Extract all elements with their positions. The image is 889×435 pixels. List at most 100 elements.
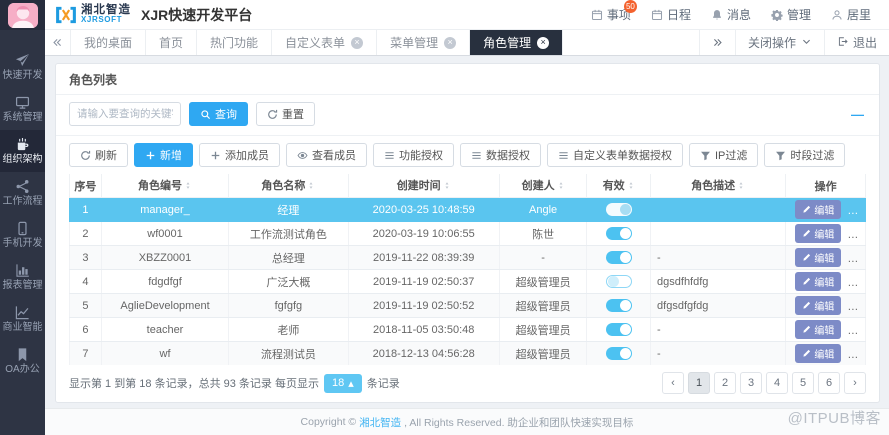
function-auth-button[interactable]: 功能授权 (373, 143, 454, 167)
prev-page-button[interactable]: ‹ (662, 372, 684, 394)
footer-brand-link[interactable]: 湘北智造 (359, 415, 401, 430)
close-icon[interactable]: × (444, 37, 456, 49)
refresh-button[interactable]: 刷新 (69, 143, 128, 167)
double-left-icon[interactable] (45, 30, 71, 55)
column-header-actions: 操作 (786, 174, 866, 198)
role-list-panel: 角色列表 查询 重置 — 刷新新增添加成员查看成员功能授权数据授权自定 (55, 63, 880, 403)
edit-button[interactable]: 编辑 (795, 272, 841, 291)
reset-button[interactable]: 重置 (256, 102, 315, 126)
role-table: 序号角色编号角色名称创建时间创建人有效角色描述操作 1manager_经理202… (69, 174, 866, 365)
edit-button[interactable]: 编辑 (795, 320, 841, 339)
sidebar-item-label: OA办公 (5, 365, 39, 375)
data-auth-button[interactable]: 数据授权 (460, 143, 541, 167)
tab-hot-functions[interactable]: 热门功能 (197, 30, 272, 55)
add-new-button[interactable]: 新增 (134, 143, 193, 167)
enabled-toggle[interactable] (606, 299, 632, 312)
edit-label: 编辑 (814, 298, 834, 313)
sidebar-item-workflow[interactable]: 工作流程 (0, 172, 45, 214)
double-right-icon[interactable] (699, 30, 735, 55)
column-header-role-code[interactable]: 角色编号 (101, 174, 228, 198)
topbar-item-label: 管理 (787, 6, 811, 23)
edit-button[interactable]: 编辑 (795, 296, 841, 315)
table-row[interactable]: 3XBZZ0001总经理2019-11-22 08:39:39--编辑删除 (70, 246, 866, 270)
topbar-schedule[interactable]: 日程 (651, 6, 691, 23)
table-row[interactable]: 2wf0001工作流测试角色2020-03-19 10:06:55陈世编辑删除 (70, 222, 866, 246)
table-row[interactable]: 4fdgdfgf广泛大概2019-11-19 02:50:37超级管理员dgsd… (70, 270, 866, 294)
edit-button[interactable]: 编辑 (795, 248, 841, 267)
sidebar-item-mobile-dev[interactable]: 手机开发 (0, 214, 45, 256)
enabled-toggle[interactable] (606, 347, 632, 360)
enabled-toggle[interactable] (606, 203, 632, 216)
page-size-dropdown[interactable]: 18 ▴ (324, 374, 362, 393)
table-row[interactable]: 7wf流程测试员2018-12-13 04:56:28超级管理员-编辑删除 (70, 342, 866, 366)
sidebar-item-label: 商业智能 (3, 323, 43, 333)
sidebar-item-report-mgmt[interactable]: 报表管理 (0, 256, 45, 298)
page-button-2[interactable]: 2 (714, 372, 736, 394)
enabled-toggle[interactable] (606, 251, 632, 264)
gear-icon (771, 9, 783, 21)
list-icon (471, 150, 482, 161)
search-input[interactable] (69, 102, 181, 126)
tab-my-desktop[interactable]: 我的桌面 (71, 30, 146, 55)
toolbar-button-label: 自定义表单数据授权 (573, 147, 672, 163)
sidebar-item-business-intel[interactable]: 商业智能 (0, 298, 45, 340)
view-member-button[interactable]: 查看成员 (286, 143, 367, 167)
search-section: 查询 重置 — (56, 95, 879, 136)
enabled-toggle[interactable] (606, 275, 632, 288)
sort-icon[interactable] (627, 180, 635, 194)
sort-icon[interactable] (307, 180, 315, 194)
panel-collapse-button[interactable]: — (851, 107, 866, 122)
cell-role-name: 工作流测试角色 (229, 222, 348, 246)
sidebar-item-oa-office[interactable]: OA办公 (0, 340, 45, 382)
sort-icon[interactable] (184, 180, 192, 194)
page-button-4[interactable]: 4 (766, 372, 788, 394)
close-icon[interactable]: × (537, 37, 549, 49)
column-header-created-time[interactable]: 创建时间 (348, 174, 499, 198)
column-header-enabled[interactable]: 有效 (587, 174, 651, 198)
add-member-button[interactable]: 添加成员 (199, 143, 280, 167)
enabled-toggle[interactable] (606, 323, 632, 336)
edit-button[interactable]: 编辑 (795, 224, 841, 243)
tab-menu-mgmt[interactable]: 菜单管理× (377, 30, 470, 55)
org-icon (15, 137, 30, 152)
user-avatar[interactable] (8, 3, 38, 28)
plus-icon (210, 150, 221, 161)
topbar-user[interactable]: 居里 (831, 6, 871, 23)
next-page-button[interactable]: › (844, 372, 866, 394)
column-header-role-name[interactable]: 角色名称 (229, 174, 348, 198)
sort-icon[interactable] (557, 180, 565, 194)
page-button-5[interactable]: 5 (792, 372, 814, 394)
close-icon[interactable]: × (351, 37, 363, 49)
edit-button[interactable]: 编辑 (795, 200, 841, 219)
sort-icon[interactable] (737, 180, 745, 194)
tab-home[interactable]: 首页 (146, 30, 197, 55)
tab-custom-form[interactable]: 自定义表单× (272, 30, 377, 55)
refresh-icon (80, 150, 91, 161)
tab-role-mgmt[interactable]: 角色管理× (470, 30, 563, 55)
table-row[interactable]: 1manager_经理2020-03-25 10:48:59Angle编辑删除 (70, 198, 866, 222)
custom-form-data-auth-button[interactable]: 自定义表单数据授权 (547, 143, 683, 167)
column-header-role-desc[interactable]: 角色描述 (651, 174, 786, 198)
sort-icon[interactable] (443, 180, 451, 194)
column-header-creator[interactable]: 创建人 (499, 174, 587, 198)
ip-filter-button[interactable]: IP过滤 (689, 143, 758, 167)
page-button-1[interactable]: 1 (688, 372, 710, 394)
table-row[interactable]: 5AglieDevelopmentfgfgfg2019-11-19 02:50:… (70, 294, 866, 318)
topbar-tasks[interactable]: 事项50 (591, 6, 631, 23)
time-filter-button[interactable]: 时段过滤 (764, 143, 845, 167)
search-button[interactable]: 查询 (189, 102, 248, 126)
sidebar-item-quick-dev[interactable]: 快速开发 (0, 46, 45, 88)
edit-button[interactable]: 编辑 (795, 344, 841, 363)
sidebar-item-org-structure[interactable]: 组织架构 (0, 130, 45, 172)
sidebar-item-system-mgmt[interactable]: 系统管理 (0, 88, 45, 130)
exit-button[interactable]: 退出 (824, 30, 889, 55)
topbar-admin[interactable]: 管理 (771, 6, 811, 23)
page-button-3[interactable]: 3 (740, 372, 762, 394)
cell-index: 2 (70, 222, 102, 246)
topbar-messages[interactable]: 消息 (711, 6, 751, 23)
table-row[interactable]: 6teacher老师2018-11-05 03:50:48超级管理员-编辑删除 (70, 318, 866, 342)
column-label: 有效 (603, 180, 625, 192)
enabled-toggle[interactable] (606, 227, 632, 240)
close-actions-dropdown[interactable]: 关闭操作 (735, 30, 824, 55)
page-button-6[interactable]: 6 (818, 372, 840, 394)
